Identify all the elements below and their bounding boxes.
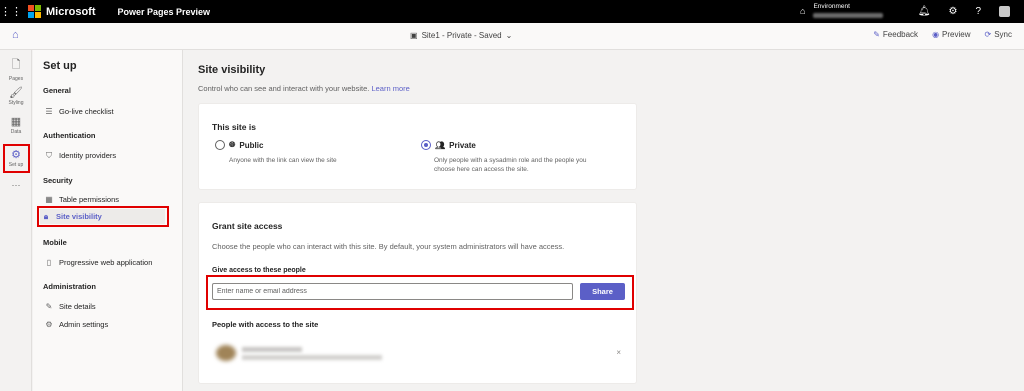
- left-rail: 🗋 Pages 🖌︎ Styling ▦ Data ⚙ Set up ···: [0, 50, 32, 391]
- learn-more-link[interactable]: Learn more: [371, 84, 409, 93]
- help-icon[interactable]: ?: [975, 6, 981, 17]
- site-icon: ▣: [410, 31, 418, 40]
- avatar: [216, 345, 236, 361]
- nav-item-progressive-web-application[interactable]: ▯ Progressive web application: [43, 255, 173, 270]
- section-general: General: [43, 86, 71, 95]
- section-mobile: Mobile: [43, 238, 67, 247]
- chevron-down-icon: ⌄: [505, 31, 513, 40]
- rail-item-data[interactable]: ▦ Data: [0, 115, 32, 135]
- nav-item-site-details[interactable]: ✎ Site details: [43, 299, 173, 314]
- main-content: Site visibility Control who can see and …: [184, 50, 1024, 391]
- public-description: Anyone with the link can view the site: [229, 157, 337, 164]
- person-name-redacted: [242, 347, 302, 352]
- site-status-label: Site1 - Private - Saved: [421, 31, 502, 40]
- setup-icon: ⚙: [11, 149, 21, 161]
- nav-item-admin-settings[interactable]: ⚙ Admin settings: [43, 317, 173, 332]
- sync-icon: ⟳: [984, 30, 992, 39]
- preview-icon: ◉: [932, 30, 940, 39]
- page-title: Site visibility: [198, 64, 266, 76]
- globe-icon: 🌐︎: [229, 140, 236, 149]
- page-icon: 🗋: [11, 59, 21, 71]
- people-lock-icon: 👥︎: [435, 140, 446, 150]
- more-icon[interactable]: ···: [0, 180, 32, 190]
- environment-name-redacted: [813, 13, 884, 18]
- share-button[interactable]: Share: [580, 283, 625, 300]
- give-access-label: Give access to these people: [212, 267, 306, 274]
- nav-item-table-permissions[interactable]: ▦ Table permissions: [43, 192, 173, 207]
- grant-access-title: Grant site access: [212, 221, 283, 231]
- checklist-icon: ☰: [45, 107, 53, 116]
- gear-icon[interactable]: ⚙: [948, 6, 957, 17]
- private-radio-option[interactable]: 👥︎ Private: [421, 140, 476, 150]
- section-authentication: Authentication: [43, 131, 96, 140]
- product-name[interactable]: Power Pages Preview: [118, 7, 211, 17]
- section-administration: Administration: [43, 282, 96, 291]
- rail-item-styling[interactable]: 🖌︎ Styling: [0, 86, 32, 106]
- edit-icon: ✎: [45, 302, 53, 311]
- person-row: ×: [212, 341, 627, 367]
- brand-name: Microsoft: [46, 5, 96, 18]
- person-email-redacted: [242, 355, 382, 360]
- close-icon[interactable]: ×: [616, 348, 621, 357]
- nav-item-go-live-checklist[interactable]: ☰ Go-live checklist: [43, 104, 173, 119]
- people-with-access-heading: People with access to the site: [212, 320, 319, 329]
- environment-icon: ⌂: [800, 6, 806, 16]
- rail-item-setup[interactable]: ⚙ Set up: [0, 148, 32, 168]
- setup-panel: Set up General ☰ Go-live checklist Authen…: [33, 50, 183, 391]
- table-icon: ▦: [10, 116, 22, 128]
- table-icon: ▦: [45, 195, 53, 204]
- setup-title: Set up: [43, 60, 77, 72]
- microsoft-logo: [28, 5, 41, 18]
- brush-icon: 🖌︎: [9, 87, 23, 99]
- public-radio[interactable]: [215, 140, 225, 150]
- section-security: Security: [43, 176, 73, 185]
- private-description: Only people with a sysadmin role and the…: [434, 157, 587, 173]
- people-search-input[interactable]: [212, 283, 573, 300]
- shield-icon: ⛉: [46, 150, 52, 160]
- feedback-icon: ✎: [873, 30, 880, 39]
- top-bar: ⋮⋮ Microsoft Power Pages Preview ⌂ Envir…: [0, 0, 1024, 23]
- admin-icon: ⚙: [45, 320, 53, 329]
- environment-picker[interactable]: ⌂ Environment: [800, 3, 884, 18]
- visibility-card-title: This site is: [212, 122, 256, 132]
- site-status-dropdown[interactable]: ▣ Site1 - Private - Saved ⌄: [410, 31, 512, 40]
- bell-icon[interactable]: 🔔︎: [918, 6, 931, 17]
- nav-item-site-visibility[interactable]: 🔒︎ Site visibility: [40, 209, 165, 224]
- feedback-button[interactable]: ✎ Feedback: [873, 30, 918, 39]
- sync-button[interactable]: ⟳ Sync: [985, 30, 1013, 39]
- avatar[interactable]: [999, 6, 1010, 17]
- environment-label: Environment: [813, 3, 850, 10]
- nav-item-identity-providers[interactable]: ⛉ Identity providers: [43, 148, 173, 163]
- page-description: Control who can see and interact with yo…: [198, 84, 410, 93]
- command-bar: ⌂ ▣ Site1 - Private - Saved ⌄ ✎ Feedback …: [0, 23, 1024, 50]
- home-icon[interactable]: ⌂: [12, 29, 19, 41]
- grant-access-card: Grant site access Choose the people who …: [198, 202, 637, 384]
- grant-access-description: Choose the people who can interact with …: [212, 242, 565, 251]
- preview-button[interactable]: ◉ Preview: [932, 30, 970, 39]
- phone-icon: ▯: [46, 258, 52, 267]
- public-radio-option[interactable]: 🌐︎ Public: [215, 140, 263, 150]
- lock-icon: 🔒︎: [43, 211, 49, 221]
- rail-item-pages[interactable]: 🗋 Pages: [0, 56, 32, 82]
- waffle-icon[interactable]: ⋮⋮: [0, 0, 22, 23]
- visibility-card: This site is 🌐︎ Public Anyone with the l…: [198, 103, 637, 190]
- private-radio[interactable]: [421, 140, 431, 150]
